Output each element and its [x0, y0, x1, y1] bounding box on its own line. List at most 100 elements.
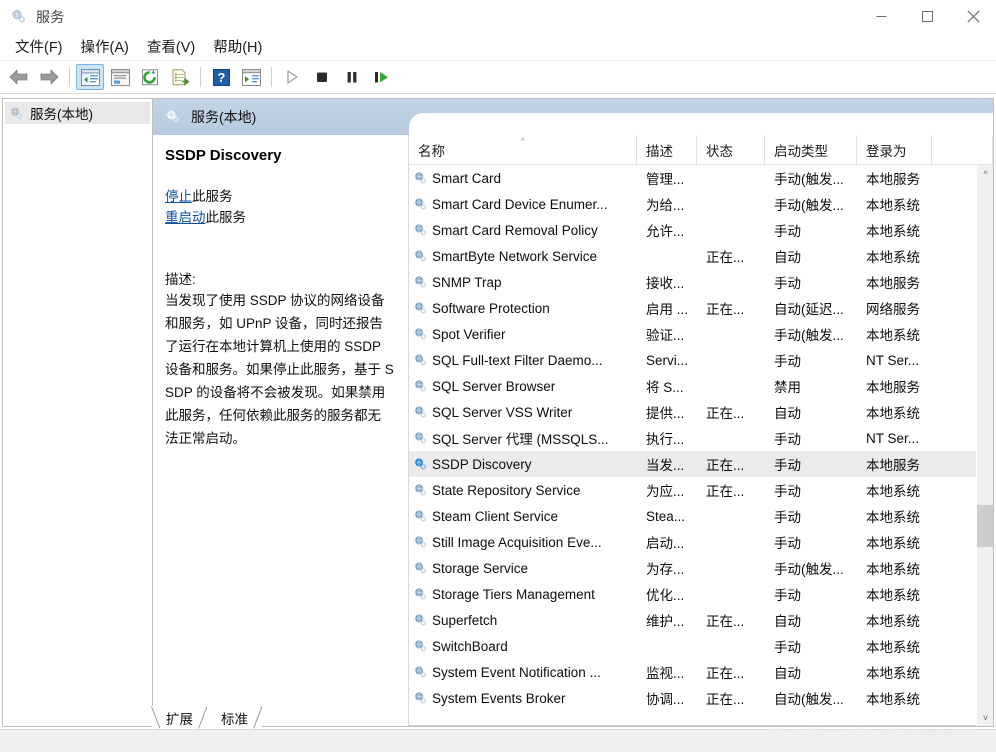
service-gear-icon [413, 275, 428, 290]
cell-status: 正在... [706, 484, 745, 499]
forward-icon[interactable] [35, 64, 63, 90]
cell-startup-type: 手动 [774, 510, 801, 525]
column-header-name[interactable]: 名称 ^ [409, 135, 637, 164]
table-row[interactable]: SwitchBoard 手动 本地系统 [409, 633, 976, 659]
menu-file[interactable]: 文件(F) [6, 33, 72, 60]
cell-logon-as: 本地系统 [866, 692, 920, 707]
table-row[interactable]: SmartByte Network Service 正在... 自动 本地系统 [409, 243, 976, 269]
column-header-status-label: 状态 [706, 143, 733, 159]
tab-left-slash [151, 706, 161, 729]
show-action-pane-icon[interactable] [237, 64, 265, 90]
table-row[interactable]: Storage Tiers Management 优化... 手动 本地系统 [409, 581, 976, 607]
cell-description: 提供... [646, 406, 685, 421]
cell-logon-as: 本地系统 [866, 666, 920, 681]
service-gear-icon [413, 197, 428, 212]
maximize-button[interactable] [904, 0, 950, 33]
table-row[interactable]: Smart Card Removal Policy 允许... 手动 本地系统 [409, 217, 976, 243]
service-name-label: SmartByte Network Service [432, 248, 598, 264]
service-name-label: SSDP Discovery [432, 456, 532, 472]
service-gear-icon [413, 223, 428, 238]
services-gear-icon [9, 8, 27, 26]
toolbar-separator-3 [271, 67, 272, 87]
restart-service-link[interactable]: 重启动 [165, 210, 206, 225]
show-hide-tree-icon[interactable] [76, 64, 104, 90]
table-row[interactable]: Superfetch 维护... 正在... 自动 本地系统 [409, 607, 976, 633]
service-name-label: Storage Tiers Management [432, 586, 595, 602]
restart-service-icon[interactable] [368, 64, 396, 90]
column-header-startup-type[interactable]: 启动类型 [765, 135, 857, 164]
services-list-view: 名称 ^ 描述 状态 启动类型 登录为 Smart Card 管理... 手动(… [409, 135, 993, 726]
cell-name: SmartByte Network Service [409, 249, 637, 264]
back-icon[interactable] [5, 64, 33, 90]
service-name-label: SQL Full-text Filter Daemo... [432, 352, 603, 368]
cell-status: 正在... [706, 302, 745, 317]
service-name-label: Still Image Acquisition Eve... [432, 534, 602, 550]
column-header-logon-as-label: 登录为 [866, 143, 907, 159]
cell-description: 监视... [646, 666, 685, 681]
service-name-label: Storage Service [432, 560, 529, 576]
table-row[interactable]: Spot Verifier 验证... 手动(触发... 本地系统 [409, 321, 976, 347]
export-list-icon[interactable] [166, 64, 194, 90]
table-row[interactable]: Software Protection 启用 ... 正在... 自动(延迟... 网络… [409, 295, 976, 321]
cell-logon-as: 本地系统 [866, 406, 920, 421]
table-row[interactable]: Smart Card Device Enumer... 为给... 手动(触发...… [409, 191, 976, 217]
cell-description: 当发... [646, 458, 685, 473]
tree-node-services-local[interactable]: 服务(本地) [5, 102, 150, 124]
table-row[interactable]: SQL Server 代理 (MSSQLS... 执行... 手动 NT Ser... [409, 425, 976, 451]
table-row[interactable]: Still Image Acquisition Eve... 启动... 手动 本地系… [409, 529, 976, 555]
cell-name: Superfetch [409, 613, 637, 628]
scroll-up-arrow-icon[interactable]: ^ [977, 165, 993, 182]
cell-status: 正在... [706, 250, 745, 265]
vertical-scrollbar[interactable]: ^ ˅ [976, 165, 993, 726]
cell-description: 优化... [646, 588, 685, 603]
stop-service-link[interactable]: 停止 [165, 189, 192, 204]
cell-description: 接收... [646, 276, 685, 291]
cell-status: 正在... [706, 666, 745, 681]
menu-help[interactable]: 帮助(H) [204, 33, 271, 60]
pause-service-icon[interactable] [338, 64, 366, 90]
menu-action[interactable]: 操作(A) [72, 33, 138, 60]
cell-startup-type: 手动 [774, 536, 801, 551]
cell-status: 正在... [706, 458, 745, 473]
table-row[interactable]: System Events Broker 协调... 正在... 自动(触发... 本地… [409, 685, 976, 711]
table-row[interactable]: State Repository Service 为应... 正在... 手动 本地系统 [409, 477, 976, 503]
column-header-logon-as[interactable]: 登录为 [857, 135, 932, 164]
description-label: 描述: [165, 272, 196, 287]
minimize-button[interactable] [858, 0, 904, 33]
table-row[interactable]: Storage Service 为存... 手动(触发... 本地系统 [409, 555, 976, 581]
table-row[interactable]: SNMP Trap 接收... 手动 本地服务 [409, 269, 976, 295]
service-name-label: System Event Notification ... [432, 664, 601, 680]
tab-standard[interactable]: 标准 [207, 706, 263, 729]
menu-view[interactable]: 查看(V) [138, 33, 204, 60]
table-row[interactable]: Smart Card 管理... 手动(触发... 本地服务 [409, 165, 976, 191]
table-row[interactable]: SQL Server Browser 将 S... 禁用 本地服务 [409, 373, 976, 399]
table-row[interactable]: SQL Full-text Filter Daemo... Servi... 手动 N… [409, 347, 976, 373]
title-bar: 服务 [0, 0, 996, 33]
cell-startup-type: 自动 [774, 614, 801, 629]
table-row[interactable]: Steam Client Service Stea... 手动 本地系统 [409, 503, 976, 529]
table-row[interactable]: SSDP Discovery 当发... 正在... 手动 本地服务 [409, 451, 976, 477]
properties-icon[interactable] [106, 64, 134, 90]
scroll-down-arrow-icon[interactable]: ˅ [977, 709, 993, 726]
table-row[interactable]: SQL Server VSS Writer 提供... 正在... 自动 本地系统 [409, 399, 976, 425]
tab-extended[interactable]: 扩展 [151, 706, 208, 729]
service-gear-icon [413, 561, 428, 576]
column-header-status[interactable]: 状态 [697, 135, 765, 164]
close-button[interactable] [950, 0, 996, 33]
main-body: 服务(本地) 服务(本地) SSDP Discovery 停止此服务 重启动此服… [0, 95, 996, 730]
cell-description: Servi... [646, 352, 689, 368]
refresh-icon[interactable] [136, 64, 164, 90]
column-header-name-label: 名称 [418, 143, 445, 159]
stop-service-icon[interactable] [308, 64, 336, 90]
table-row[interactable]: System Event Notification ... 监视... 正在... 自… [409, 659, 976, 685]
cell-description: 将 S... [646, 380, 684, 395]
scrollbar-thumb[interactable] [977, 505, 993, 547]
help-icon[interactable]: ? [207, 64, 235, 90]
start-service-icon[interactable] [278, 64, 306, 90]
cell-status: 正在... [706, 406, 745, 421]
column-header-description[interactable]: 描述 [637, 135, 697, 164]
service-gear-icon [413, 249, 428, 264]
cell-logon-as: 本地系统 [866, 640, 920, 655]
cell-name: SSDP Discovery [409, 457, 637, 472]
cell-name: SNMP Trap [409, 275, 637, 290]
